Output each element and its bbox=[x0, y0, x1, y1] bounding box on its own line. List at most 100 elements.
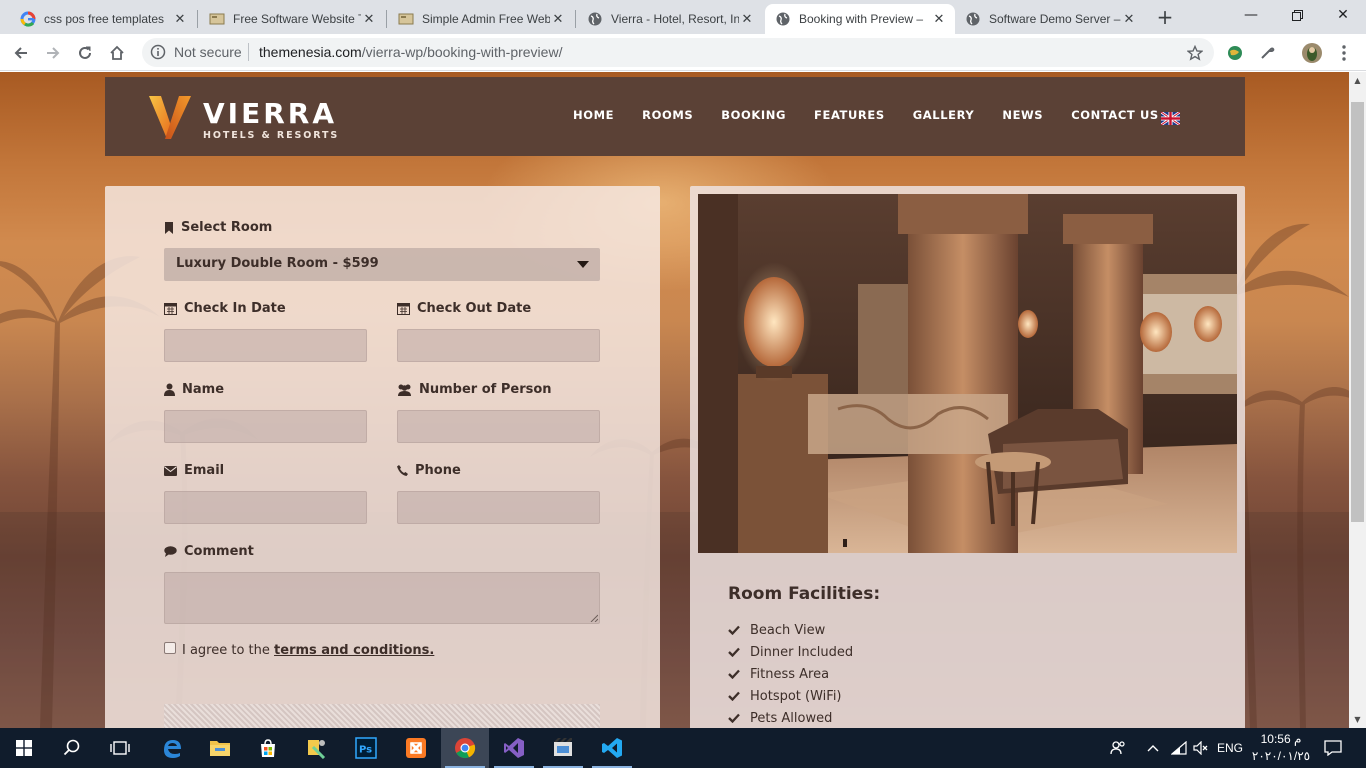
room-select[interactable]: Luxury Double Room - $599 bbox=[164, 248, 600, 281]
page-scrollbar[interactable]: ▲ ▼ bbox=[1349, 72, 1366, 728]
file-explorer-icon[interactable] bbox=[196, 728, 244, 768]
browser-toolbar: Not secure themenesia.com/vierra-wp/book… bbox=[0, 34, 1366, 71]
nav-contact-us[interactable]: CONTACT US bbox=[1071, 108, 1159, 122]
profile-avatar[interactable] bbox=[1299, 40, 1325, 66]
terms-link[interactable]: terms and conditions. bbox=[274, 643, 434, 658]
extension-icon[interactable] bbox=[1222, 40, 1248, 66]
uk-flag-icon[interactable] bbox=[1160, 110, 1181, 127]
check-in-field[interactable] bbox=[164, 329, 367, 362]
vierra-logo-icon[interactable] bbox=[149, 96, 191, 143]
nav-home[interactable]: HOME bbox=[573, 108, 614, 122]
visual-studio-icon[interactable] bbox=[490, 728, 538, 768]
check-out-label: Check Out Date bbox=[397, 301, 531, 316]
nav-news[interactable]: NEWS bbox=[1002, 108, 1043, 122]
windows-start-icon[interactable] bbox=[0, 728, 48, 768]
new-tab-button[interactable]: + bbox=[1153, 6, 1177, 30]
address-bar[interactable]: Not secure themenesia.com/vierra-wp/book… bbox=[142, 38, 1214, 67]
submit-button-area[interactable] bbox=[164, 704, 600, 728]
notifications-icon[interactable] bbox=[1318, 728, 1348, 768]
facility-text: Fitness Area bbox=[750, 666, 830, 682]
reload-button[interactable] bbox=[72, 40, 98, 66]
close-tab-icon[interactable]: ✕ bbox=[550, 11, 566, 27]
tab-title: Booking with Preview – bbox=[799, 12, 924, 26]
back-button[interactable] bbox=[8, 40, 34, 66]
site-icon bbox=[398, 11, 414, 27]
email-field[interactable] bbox=[164, 491, 367, 524]
check-icon bbox=[728, 647, 740, 657]
tab-title: Simple Admin Free Web bbox=[422, 12, 550, 26]
people-icon[interactable] bbox=[1106, 728, 1130, 768]
bookmark-star-icon[interactable] bbox=[1182, 40, 1208, 66]
persons-field[interactable] bbox=[397, 410, 600, 443]
browser-tab[interactable]: css pos free templates ✕ bbox=[10, 4, 196, 34]
terms-checkbox[interactable] bbox=[164, 641, 176, 654]
nav-rooms[interactable]: ROOMS bbox=[642, 108, 693, 122]
forward-button[interactable] bbox=[40, 40, 66, 66]
system-clock[interactable]: 10:56 م ٢٠٢٠/٠١/٢٥ bbox=[1248, 731, 1314, 765]
url-text: themenesia.com/vierra-wp/booking-with-pr… bbox=[259, 44, 562, 60]
scroll-down-icon[interactable]: ▼ bbox=[1349, 711, 1366, 728]
url-host: themenesia.com bbox=[259, 44, 362, 60]
comment-textarea[interactable] bbox=[164, 572, 600, 624]
main-nav: HOME ROOMS BOOKING FEATURES GALLERY NEWS… bbox=[573, 108, 1187, 122]
close-tab-icon[interactable]: ✕ bbox=[172, 11, 188, 27]
check-icon bbox=[728, 713, 740, 723]
persons-label: Number of Person bbox=[397, 382, 552, 397]
check-out-field[interactable] bbox=[397, 329, 600, 362]
home-button[interactable] bbox=[104, 40, 130, 66]
photoshop-icon[interactable]: Ps bbox=[342, 728, 390, 768]
store-icon[interactable] bbox=[244, 728, 292, 768]
eyedropper-extension-icon[interactable] bbox=[1254, 40, 1280, 66]
globe-icon bbox=[965, 11, 981, 27]
room-photo bbox=[698, 194, 1237, 553]
info-icon[interactable] bbox=[150, 44, 166, 63]
resize-handle-icon[interactable] bbox=[590, 614, 598, 622]
phone-field[interactable] bbox=[397, 491, 600, 524]
browser-tab[interactable]: Software Demo Server – ✕ bbox=[955, 4, 1145, 34]
menu-kebab-icon[interactable] bbox=[1331, 40, 1357, 66]
security-label: Not secure bbox=[174, 44, 242, 60]
nav-booking[interactable]: BOOKING bbox=[721, 108, 786, 122]
logo-name[interactable]: VIERRA bbox=[203, 97, 337, 130]
tab-title: css pos free templates bbox=[44, 12, 165, 26]
tab-title: Vierra - Hotel, Resort, In bbox=[611, 12, 739, 26]
facilities-list: Beach View Dinner Included Fitness Area … bbox=[728, 619, 853, 728]
browser-tab[interactable]: Vierra - Hotel, Resort, In ✕ bbox=[577, 4, 763, 34]
wifi-icon[interactable] bbox=[1168, 728, 1190, 768]
close-tab-icon[interactable]: ✕ bbox=[931, 11, 947, 27]
vscode-icon[interactable] bbox=[588, 728, 636, 768]
tab-separator bbox=[386, 10, 387, 28]
db-tools-icon[interactable] bbox=[292, 728, 340, 768]
edge-icon[interactable] bbox=[148, 728, 196, 768]
nav-features[interactable]: FEATURES bbox=[814, 108, 885, 122]
browser-tab[interactable]: Free Software Website T ✕ bbox=[199, 4, 385, 34]
close-window-button[interactable]: ✕ bbox=[1320, 0, 1366, 32]
site-header: VIERRA HOTELS & RESORTS HOME ROOMS BOOKI… bbox=[105, 77, 1245, 156]
close-tab-icon[interactable]: ✕ bbox=[1121, 11, 1137, 27]
list-item: Beach View bbox=[728, 619, 853, 641]
name-field[interactable] bbox=[164, 410, 367, 443]
close-tab-icon[interactable]: ✕ bbox=[361, 11, 377, 27]
list-item: Pets Allowed bbox=[728, 707, 853, 728]
scrollbar-thumb[interactable] bbox=[1351, 102, 1364, 522]
minimize-button[interactable]: — bbox=[1228, 0, 1274, 32]
comment-label: Comment bbox=[164, 544, 254, 559]
search-icon[interactable] bbox=[48, 728, 96, 768]
label-text: Comment bbox=[184, 544, 254, 559]
media-app-icon[interactable] bbox=[539, 728, 587, 768]
room-preview-panel: Room Facilities: Beach View Dinner Inclu… bbox=[690, 186, 1245, 728]
label-text: Email bbox=[184, 463, 225, 478]
chrome-icon[interactable] bbox=[441, 728, 489, 768]
label-text: Select Room bbox=[181, 220, 273, 235]
task-view-icon[interactable] bbox=[96, 728, 144, 768]
browser-tab[interactable]: Simple Admin Free Web ✕ bbox=[388, 4, 574, 34]
input-language[interactable]: ENG bbox=[1214, 728, 1246, 768]
browser-tab-active[interactable]: Booking with Preview – ✕ bbox=[765, 4, 955, 34]
volume-muted-icon[interactable] bbox=[1190, 728, 1212, 768]
scroll-up-icon[interactable]: ▲ bbox=[1349, 72, 1366, 89]
xampp-icon[interactable] bbox=[392, 728, 440, 768]
restore-button[interactable] bbox=[1274, 0, 1320, 32]
chevron-up-icon[interactable] bbox=[1142, 728, 1164, 768]
close-tab-icon[interactable]: ✕ bbox=[739, 11, 755, 27]
nav-gallery[interactable]: GALLERY bbox=[913, 108, 975, 122]
